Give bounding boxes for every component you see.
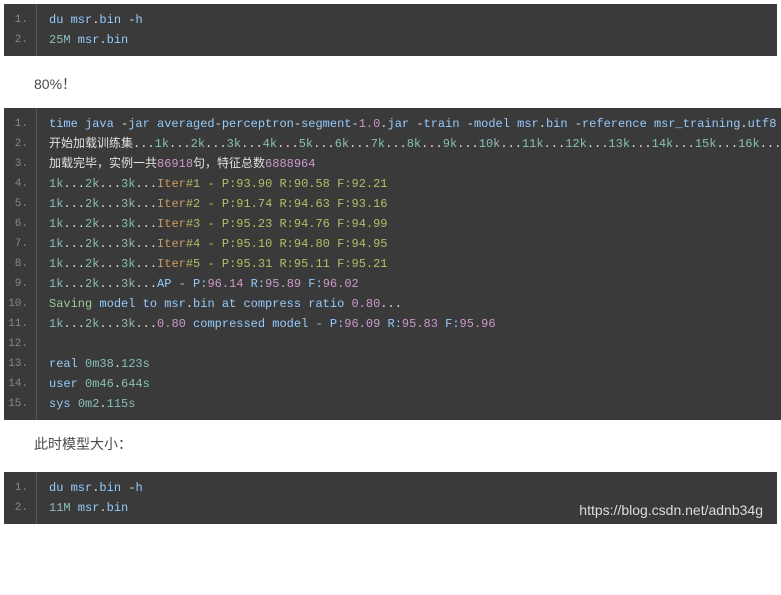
code-line: sys 0m2.115s (37, 394, 781, 414)
code-line: user 0m46.644s (37, 374, 781, 394)
code-block-2-wrap[interactable]: 1. 2. 3. 4. 5. 6. 7. 8. 9. 10. 11. 12. 1… (0, 108, 781, 420)
code-line: time java -jar averaged-perceptron-segme… (37, 114, 781, 134)
code-line: real 0m38.123s (37, 354, 781, 374)
code-lines: du msr.bin -h 25M msr.bin (37, 4, 777, 56)
line-number: 11. (4, 314, 36, 334)
line-number: 5. (4, 194, 36, 214)
line-number: 8. (4, 254, 36, 274)
line-number: 1. (4, 114, 36, 134)
line-number: 6. (4, 214, 36, 234)
line-number: 7. (4, 234, 36, 254)
line-number: 1. (4, 478, 36, 498)
code-line (37, 334, 781, 354)
code-line: 1k...2k...3k...Iter#3 - P:95.23 R:94.76 … (37, 214, 781, 234)
watermark: https://blog.csdn.net/adnb34g (579, 502, 763, 518)
code-line: 加载完毕，实例一共86918句，特征总数6888964 (37, 154, 781, 174)
line-number: 2. (4, 134, 36, 154)
line-number: 2. (4, 30, 36, 50)
code-line: 1k...2k...3k...Iter#5 - P:95.31 R:95.11 … (37, 254, 781, 274)
code-line: 25M msr.bin (37, 30, 777, 50)
paragraph-1: 80%！ (0, 60, 781, 108)
line-number: 14. (4, 374, 36, 394)
line-number: 9. (4, 274, 36, 294)
code-line: du msr.bin -h (37, 478, 777, 498)
gutter: 1. 2. (4, 472, 37, 524)
line-number: 13. (4, 354, 36, 374)
code-line: Saving model to msr.bin at compress rati… (37, 294, 781, 314)
gutter: 1. 2. (4, 4, 37, 56)
paragraph-2: 此时模型大小： (0, 420, 781, 468)
line-number: 12. (4, 334, 36, 354)
gutter: 1. 2. 3. 4. 5. 6. 7. 8. 9. 10. 11. 12. 1… (4, 108, 37, 420)
code-line: du msr.bin -h (37, 10, 777, 30)
line-number: 15. (4, 394, 36, 414)
code-line: 1k...2k...3k...AP - P:96.14 R:95.89 F:96… (37, 274, 781, 294)
code-line: 1k...2k...3k...Iter#4 - P:95.10 R:94.80 … (37, 234, 781, 254)
code-line: 1k...2k...3k...0.80 compressed model - P… (37, 314, 781, 334)
line-number: 3. (4, 154, 36, 174)
line-number: 4. (4, 174, 36, 194)
code-line: 1k...2k...3k...Iter#1 - P:93.90 R:90.58 … (37, 174, 781, 194)
line-number: 2. (4, 498, 36, 518)
code-line: 开始加载训练集...1k...2k...3k...4k...5k...6k...… (37, 134, 781, 154)
line-number: 1. (4, 10, 36, 30)
code-line: 1k...2k...3k...Iter#2 - P:91.74 R:94.63 … (37, 194, 781, 214)
code-block-1: 1. 2. du msr.bin -h 25M msr.bin (4, 4, 777, 56)
code-lines: time java -jar averaged-perceptron-segme… (37, 108, 781, 420)
code-block-2: 1. 2. 3. 4. 5. 6. 7. 8. 9. 10. 11. 12. 1… (4, 108, 781, 420)
line-number: 10. (4, 294, 36, 314)
